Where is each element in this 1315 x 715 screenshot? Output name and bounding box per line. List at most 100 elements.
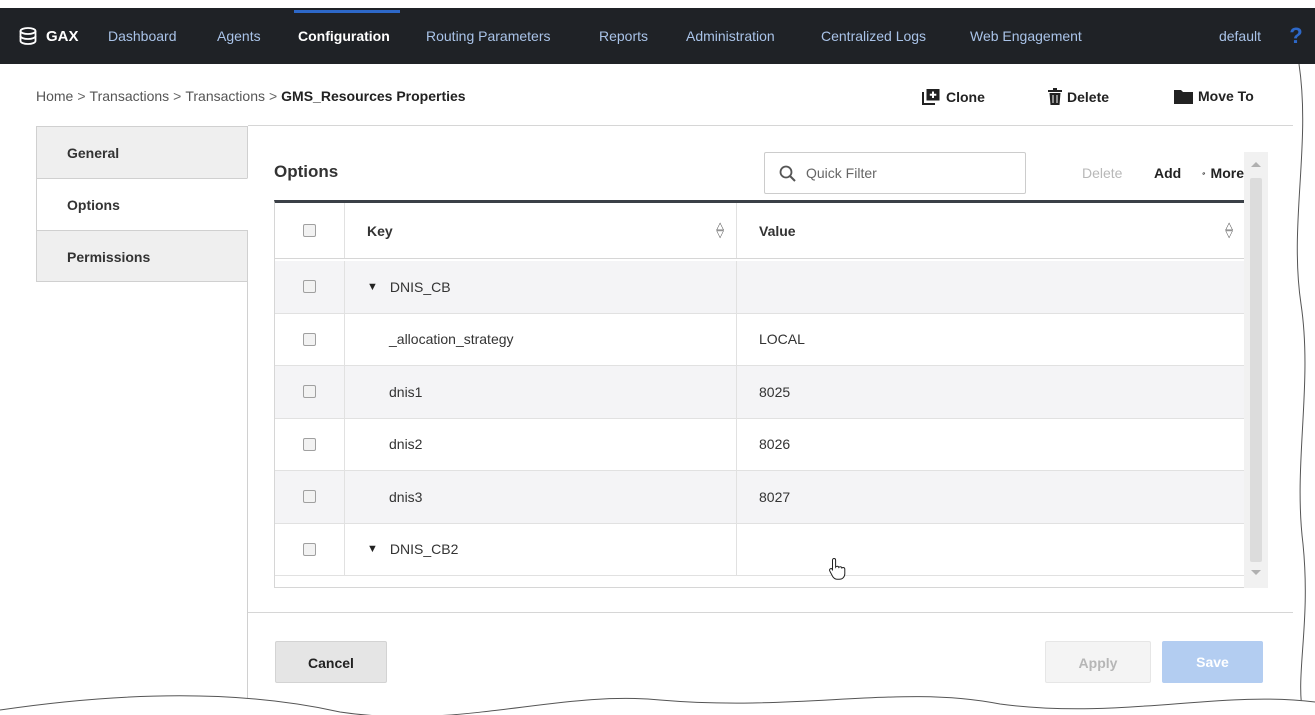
row-checkbox[interactable] — [303, 437, 316, 451]
property-tabs: General Options Permissions — [36, 126, 248, 282]
key-cell: ▼ DNIS_CB — [345, 261, 737, 313]
tab-general[interactable]: General — [36, 126, 248, 178]
key-cell: dnis2 — [345, 418, 737, 470]
collapse-caret-icon[interactable]: ▼ — [367, 543, 378, 555]
value-cell: 8027 — [759, 488, 791, 505]
breadcrumb-transactions-folder[interactable]: Transactions — [185, 88, 265, 104]
tab-options[interactable]: Options — [36, 178, 248, 230]
torn-edge-right — [1296, 64, 1315, 715]
breadcrumb: Home > Transactions > Transactions > GMS_Resou… — [36, 88, 466, 104]
help-icon[interactable]: ? — [1283, 8, 1309, 64]
row-checkbox[interactable] — [303, 385, 316, 399]
torn-edge-bottom — [0, 695, 1315, 715]
key-cell: dnis3 — [345, 471, 737, 523]
row-checkbox[interactable] — [303, 280, 316, 294]
key-cell: _allocation_strategy — [345, 313, 737, 365]
options-title: Options — [274, 162, 339, 181]
save-button[interactable]: Save — [1162, 641, 1263, 683]
clone-button[interactable]: Clone — [922, 88, 985, 105]
row-checkbox[interactable] — [303, 542, 316, 556]
row-check-cell — [275, 366, 345, 418]
table-row[interactable]: dnis2 8026 — [275, 418, 1245, 471]
value-cell: 8025 — [759, 383, 791, 400]
cancel-button[interactable]: Cancel — [275, 641, 387, 683]
breadcrumb-transactions[interactable]: Transactions — [90, 88, 170, 104]
delete-option-button[interactable]: Delete — [1082, 165, 1122, 181]
value-cell: 8026 — [759, 436, 791, 453]
top-navbar: GAX Dashboard Agents Configuration Routi… — [0, 8, 1315, 64]
scroll-down-arrow-icon[interactable] — [1251, 570, 1261, 575]
row-check-cell — [275, 418, 345, 470]
breadcrumb-current: GMS_Resources Properties — [281, 88, 466, 104]
row-check-cell — [275, 523, 345, 575]
folder-icon — [1174, 89, 1193, 104]
table-row[interactable]: ▼ DNIS_CB — [275, 261, 1245, 314]
nav-centralized-logs[interactable]: Centralized Logs — [821, 8, 926, 64]
scroll-up-arrow-icon[interactable] — [1251, 162, 1261, 167]
active-nav-indicator — [294, 10, 400, 13]
move-to-label: Move To — [1198, 88, 1254, 104]
table-row[interactable]: dnis1 8025 — [275, 366, 1245, 419]
grid-scrollbar[interactable] — [1244, 152, 1268, 588]
delete-object-button[interactable]: Delete — [1048, 88, 1109, 105]
grid-body: ▼ DNIS_CB _allocation_strategy LOCAL dnis… — [275, 261, 1245, 576]
row-checkbox[interactable] — [303, 332, 316, 346]
select-all-cell — [275, 203, 345, 258]
more-button[interactable]: More — [1202, 160, 1244, 186]
quick-filter[interactable] — [764, 152, 1026, 194]
trash-icon — [1048, 88, 1062, 105]
delete-object-label: Delete — [1067, 88, 1110, 105]
collapse-caret-icon[interactable]: ▼ — [367, 281, 378, 293]
row-checkbox[interactable] — [303, 490, 316, 504]
user-menu[interactable]: default — [1219, 8, 1261, 64]
value-column-header[interactable]: Value △ ▽ — [737, 203, 1245, 258]
hand-pointer-icon — [829, 557, 846, 580]
key-cell: dnis1 — [345, 366, 737, 418]
clone-icon — [922, 89, 940, 105]
clone-label: Clone — [946, 88, 985, 105]
value-cell — [737, 524, 1245, 576]
quick-filter-input[interactable] — [806, 165, 1006, 181]
key-column-header[interactable]: Key △ ▽ — [345, 203, 737, 258]
gear-icon — [1202, 171, 1206, 175]
footer-divider — [248, 612, 1293, 613]
key-text: DNIS_CB — [389, 278, 451, 295]
sort-icon[interactable]: △ ▽ — [716, 221, 724, 239]
value-header-label: Value — [759, 222, 796, 239]
table-row[interactable]: dnis3 8027 — [275, 471, 1245, 524]
nav-reports[interactable]: Reports — [599, 8, 648, 64]
key-text: DNIS_CB2 — [389, 541, 459, 558]
select-all-checkbox[interactable] — [303, 224, 316, 237]
brand-label: GAX — [46, 27, 79, 45]
table-row[interactable]: ▼ DNIS_CB2 — [275, 523, 1245, 576]
options-grid: Key △ ▽ Value △ ▽ ▼ DNIS_CB _allocation_str… — [274, 200, 1268, 588]
scroll-thumb[interactable] — [1250, 178, 1262, 562]
grid-header: Key △ ▽ Value △ ▽ — [275, 203, 1245, 259]
nav-agents[interactable]: Agents — [217, 8, 261, 64]
nav-web-engagement[interactable]: Web Engagement — [970, 8, 1082, 64]
row-check-cell — [275, 313, 345, 365]
row-check-cell — [275, 261, 345, 313]
more-label: More — [1210, 165, 1244, 181]
nav-dashboard[interactable]: Dashboard — [108, 8, 177, 64]
breadcrumb-separator: > — [173, 88, 182, 104]
tab-permissions[interactable]: Permissions — [36, 230, 248, 282]
row-check-cell — [275, 471, 345, 523]
breadcrumb-separator: > — [268, 88, 278, 104]
nav-configuration[interactable]: Configuration — [298, 8, 390, 64]
key-cell: ▼ DNIS_CB2 — [345, 523, 737, 575]
content-top-border — [248, 125, 1293, 126]
sort-icon[interactable]: △ ▽ — [1225, 221, 1233, 239]
breadcrumb-separator: > — [77, 88, 86, 104]
add-option-button[interactable]: Add — [1154, 165, 1181, 181]
brand[interactable]: GAX — [18, 8, 79, 64]
database-icon — [19, 27, 37, 45]
apply-button[interactable]: Apply — [1045, 641, 1151, 683]
breadcrumb-home[interactable]: Home — [36, 88, 73, 104]
table-row[interactable]: _allocation_strategy LOCAL — [275, 313, 1245, 366]
nav-administration[interactable]: Administration — [686, 8, 775, 64]
value-cell — [737, 261, 1245, 313]
move-to-button[interactable]: Move To — [1174, 88, 1254, 104]
value-cell: LOCAL — [759, 331, 805, 348]
nav-routing-parameters[interactable]: Routing Parameters — [426, 8, 551, 64]
